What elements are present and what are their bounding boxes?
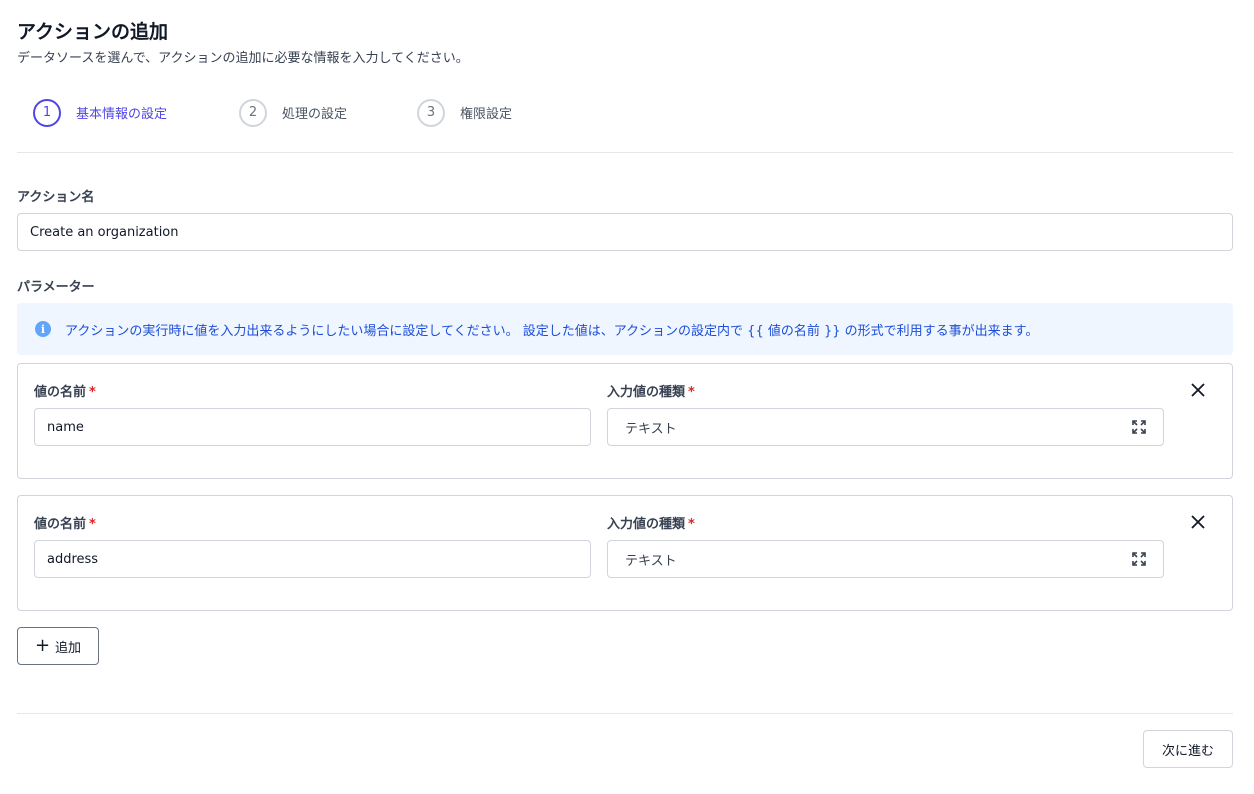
footer-divider [17, 713, 1233, 714]
param-name-input[interactable] [34, 540, 591, 578]
next-button[interactable]: 次に進む [1143, 730, 1233, 768]
required-mark: * [89, 385, 96, 400]
param-name-label: 値の名前 * [34, 381, 96, 400]
step-basic-info[interactable]: 1 基本情報の設定 [33, 98, 167, 127]
info-text: アクションの実行時に値を入力出来るようにしたい場合に設定してください。 設定した… [65, 323, 1039, 339]
required-mark: * [89, 517, 96, 532]
step-number: 3 [417, 98, 445, 127]
param-type-select[interactable]: テキスト [607, 408, 1164, 446]
action-name-input[interactable] [17, 213, 1233, 251]
required-mark: * [688, 385, 695, 400]
add-parameter-button[interactable]: + 追加 [17, 627, 99, 665]
page-subtitle: データソースを選んで、アクションの追加に必要な情報を入力してください。 [17, 51, 469, 66]
param-name-label: 値の名前 * [34, 513, 96, 532]
remove-parameter-button[interactable] [1189, 513, 1207, 531]
step-permissions[interactable]: 3 権限設定 [417, 98, 512, 127]
step-label: 処理の設定 [282, 107, 348, 122]
step-label: 基本情報の設定 [76, 107, 168, 122]
parameter-card: 値の名前* 入力値の種類* テキスト [17, 363, 1233, 479]
param-type-label-text: 入力値の種類 [607, 385, 686, 400]
step-number: 1 [33, 98, 61, 127]
parameters-label: パラメーター [17, 280, 95, 295]
param-type-select[interactable]: テキスト [607, 540, 1164, 578]
param-name-input[interactable] [34, 408, 591, 446]
step-processing[interactable]: 2 処理の設定 [239, 98, 347, 127]
step-number: 2 [239, 98, 267, 127]
plus-icon: + [34, 635, 51, 656]
step-label: 権限設定 [460, 107, 513, 122]
info-icon: i [35, 321, 51, 337]
header-divider [17, 152, 1233, 153]
expand-icon [1132, 420, 1146, 434]
close-icon [1191, 383, 1205, 397]
select-value: テキスト [625, 421, 677, 437]
page-title: アクションの追加 [17, 21, 169, 43]
close-icon [1191, 515, 1205, 529]
expand-icon [1132, 552, 1146, 566]
param-type-label: 入力値の種類 * [607, 381, 695, 400]
param-name-label-text: 値の名前 [34, 385, 87, 400]
add-label: 追加 [55, 640, 82, 656]
select-value: テキスト [625, 553, 677, 569]
required-mark: * [688, 517, 695, 532]
param-type-label-text: 入力値の種類 [607, 517, 686, 532]
remove-parameter-button[interactable] [1189, 381, 1207, 399]
info-banner: i アクションの実行時に値を入力出来るようにしたい場合に設定してください。 設定… [17, 303, 1233, 355]
param-type-label: 入力値の種類 * [607, 513, 695, 532]
param-name-label-text: 値の名前 [34, 517, 87, 532]
action-name-label: アクション名 [17, 190, 95, 205]
parameter-card: 値の名前* 入力値の種類* テキスト [17, 495, 1233, 611]
